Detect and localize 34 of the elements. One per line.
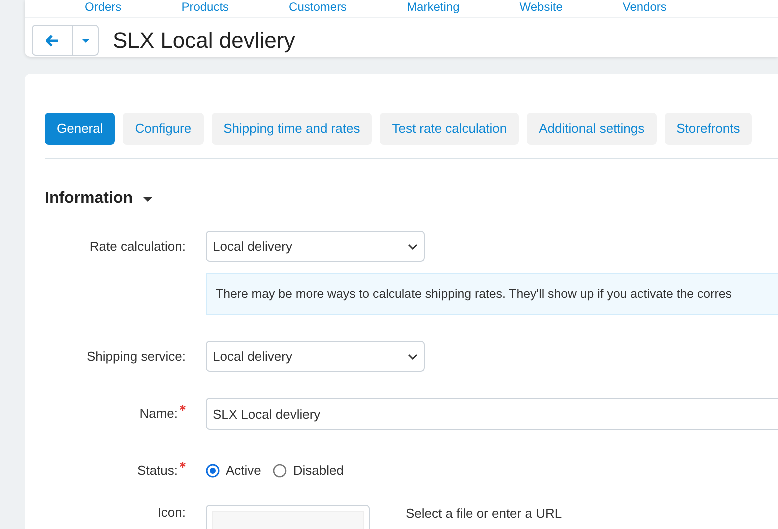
chevron-down-icon bbox=[408, 244, 418, 250]
caret-icon[interactable] bbox=[143, 196, 153, 202]
select-field[interactable]: Local delivery bbox=[206, 341, 425, 372]
nav-link[interactable]: Orders bbox=[85, 0, 122, 14]
radio-label[interactable]: Disabled bbox=[293, 463, 344, 479]
file-hint: Select a file or enter a URL bbox=[406, 506, 562, 522]
section-title: Information bbox=[45, 189, 133, 209]
tab[interactable]: Configure bbox=[123, 113, 204, 145]
nav-link[interactable]: Vendors bbox=[622, 0, 667, 14]
page-title: SLX Local devliery bbox=[113, 27, 296, 55]
field-label: Icon: bbox=[158, 505, 186, 521]
tab[interactable]: Test rate calculation bbox=[380, 113, 520, 145]
nav-link[interactable]: Website bbox=[520, 0, 563, 14]
info-note: There may be more ways to calculate shipping rates. They'll show up if you activate the corres bbox=[206, 273, 778, 315]
tab[interactable]: Shipping time and rates bbox=[212, 113, 372, 145]
arrow-left-icon bbox=[46, 34, 59, 46]
nav-link[interactable]: Marketing bbox=[407, 0, 460, 14]
name-input[interactable]: SLX Local devliery bbox=[206, 398, 778, 430]
chevron-down-icon bbox=[408, 354, 418, 360]
back-button[interactable] bbox=[32, 25, 73, 56]
nav-link[interactable]: Customers bbox=[289, 0, 348, 14]
field-label: Status: bbox=[138, 463, 178, 479]
radio-button[interactable] bbox=[273, 464, 288, 478]
nav-link[interactable]: Products bbox=[182, 0, 230, 14]
tab[interactable]: General bbox=[45, 113, 116, 145]
caret-icon bbox=[82, 38, 90, 42]
radio-button[interactable] bbox=[206, 464, 220, 478]
field-label: Rate calculation: bbox=[90, 239, 186, 255]
radio-label[interactable]: Active bbox=[226, 463, 262, 479]
tab[interactable]: Additional settings bbox=[527, 113, 657, 145]
field-label: Shipping service: bbox=[87, 349, 186, 365]
select-field[interactable]: Local delivery bbox=[206, 231, 425, 262]
field-label: Name: bbox=[140, 406, 178, 422]
tab[interactable]: Storefronts bbox=[664, 113, 752, 145]
